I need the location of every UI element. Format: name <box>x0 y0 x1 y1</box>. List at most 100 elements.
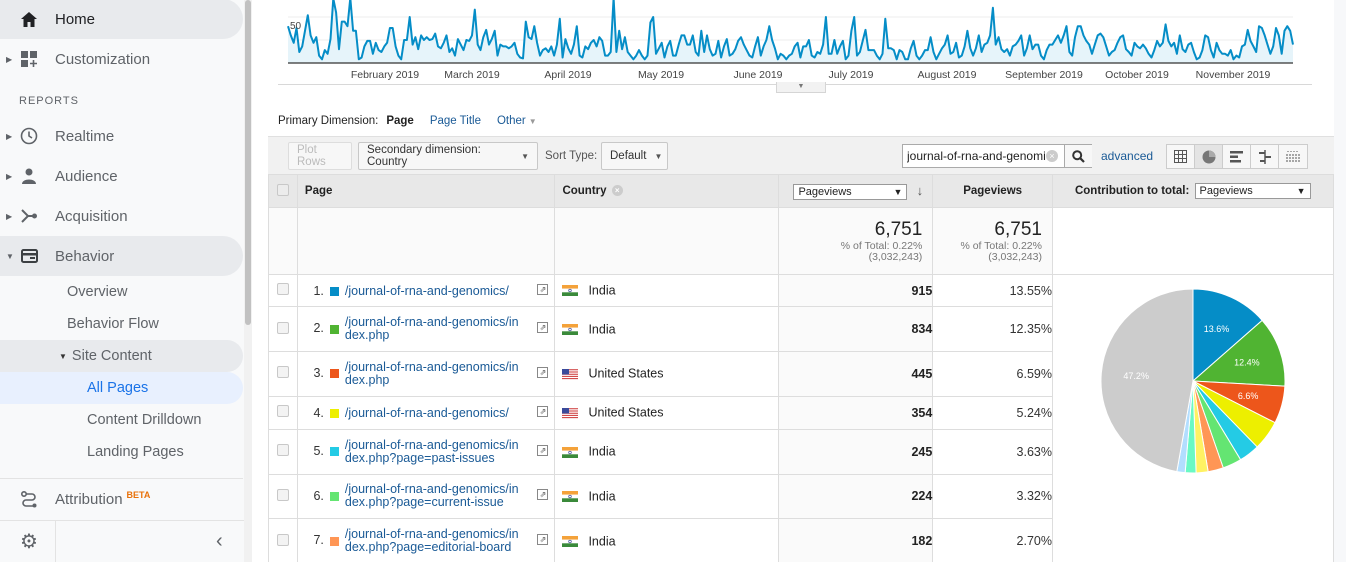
row-checkbox[interactable] <box>276 405 289 418</box>
row-checkbox[interactable] <box>276 488 289 501</box>
clear-search-icon[interactable]: × <box>1046 150 1058 162</box>
pageviews-percent: 12.35% <box>932 306 1053 352</box>
country-name[interactable]: India <box>588 490 615 504</box>
page-link[interactable]: /journal-of-rna-and-genomics/index.php <box>345 316 525 342</box>
chevron-down-icon: ▼ <box>654 151 663 161</box>
sidebar-item-landing-pages[interactable]: Landing Pages <box>0 436 243 468</box>
sidebar-item-realtime[interactable]: ▶ Realtime <box>0 116 243 156</box>
open-external-icon[interactable]: ⇗ <box>537 489 549 501</box>
advanced-filter-link[interactable]: advanced <box>1101 149 1153 163</box>
view-comparison-button[interactable] <box>1251 145 1279 168</box>
country-name[interactable]: India <box>588 445 615 459</box>
country-name[interactable]: India <box>588 284 615 298</box>
country-cell: India <box>554 473 780 520</box>
country-name[interactable]: United States <box>588 406 663 420</box>
row-color-swatch <box>329 324 339 334</box>
row-checkbox[interactable] <box>276 366 289 379</box>
open-external-icon[interactable]: ⇗ <box>537 366 549 378</box>
column-header-pageviews[interactable]: Pageviews <box>932 174 1053 208</box>
metric-select[interactable]: Pageviews ▼ <box>793 183 908 200</box>
dimension-other-dropdown[interactable]: Other ▼ <box>497 115 537 127</box>
reports-section-label: REPORTS <box>19 95 79 107</box>
sidebar-item-overview[interactable]: Overview <box>0 276 243 308</box>
sidebar-item-site-content[interactable]: ▼ Site Content <box>0 340 243 372</box>
sidebar-item-content-drilldown[interactable]: Content Drilldown <box>0 404 243 436</box>
beta-badge: BETA <box>126 490 151 500</box>
chart-collapse-handle[interactable]: ▼ <box>776 82 826 93</box>
table-row: 1. /journal-of-rna-and-genomics/ ⇗ India 915… <box>268 273 1335 562</box>
chevron-down-icon: ▼ <box>521 151 529 161</box>
page-link[interactable]: /journal-of-rna-and-genomics/index.php <box>345 360 525 387</box>
person-icon <box>20 167 38 185</box>
sidebar-footer: ⚙ ‹ <box>0 520 250 562</box>
row-checkbox[interactable] <box>276 533 289 546</box>
sidebar-item-label: Attribution <box>55 491 123 508</box>
row-select-cell <box>268 306 298 352</box>
country-cell: United States <box>554 395 780 430</box>
sidebar-item-label: Site Content <box>71 348 152 364</box>
caret-right-icon: ▶ <box>6 211 13 221</box>
x-tick-label: May 2019 <box>638 69 684 81</box>
sort-type-select[interactable]: Default ▼ <box>601 142 668 170</box>
x-tick-label: July 2019 <box>829 69 874 81</box>
open-external-icon[interactable]: ⇗ <box>537 534 549 546</box>
contribution-select[interactable]: Pageviews ▼ <box>1194 183 1311 199</box>
caret-down-icon: ▼ <box>6 251 14 261</box>
row-index: 5. <box>313 444 324 458</box>
total-value: 6,751 <box>994 219 1042 240</box>
secondary-dimension-select[interactable]: Secondary dimension: Country ▼ <box>358 142 538 170</box>
sidebar-item-all-pages[interactable]: All Pages <box>0 372 243 404</box>
sidebar-item-customization[interactable]: ▶ Customization <box>0 39 243 79</box>
sidebar-scrollbar-thumb[interactable] <box>245 0 251 325</box>
sidebar-item-attribution[interactable]: Attribution BETA <box>0 479 243 519</box>
search-button[interactable] <box>1064 145 1092 167</box>
country-name[interactable]: India <box>588 322 615 336</box>
gear-icon[interactable]: ⚙ <box>18 531 40 553</box>
row-checkbox[interactable] <box>276 444 289 457</box>
sidebar-item-label: All Pages <box>87 380 149 396</box>
country-name[interactable]: United States <box>588 367 663 381</box>
page-link[interactable]: /journal-of-rna-and-genomics/index.php?p… <box>345 438 525 465</box>
dimension-page-title-link[interactable]: Page Title <box>430 115 481 127</box>
collapse-sidebar-icon[interactable]: ‹ <box>216 529 232 553</box>
sidebar-item-behavior-flow[interactable]: Behavior Flow <box>0 308 243 340</box>
page-link[interactable]: /journal-of-rna-and-genomics/ <box>345 406 525 420</box>
row-index: 2. <box>313 321 324 336</box>
pageviews-percent: 3.32% <box>932 473 1053 520</box>
row-color-swatch <box>329 447 339 457</box>
plot-rows-button[interactable]: Plot Rows <box>288 142 352 170</box>
sort-descending-icon[interactable]: ↓ <box>917 183 924 198</box>
view-pivot-button[interactable] <box>1279 145 1307 168</box>
view-data-table-button[interactable] <box>1167 145 1195 168</box>
sidebar-item-home[interactable]: Home <box>0 0 243 39</box>
open-external-icon[interactable]: ⇗ <box>537 444 549 456</box>
open-external-icon[interactable]: ⇗ <box>537 283 549 295</box>
us-flag-icon <box>562 368 579 380</box>
page-link[interactable]: /journal-of-rna-and-genomics/index.php?p… <box>345 528 525 554</box>
column-header-country[interactable]: Country × <box>554 174 780 208</box>
row-index: 1. <box>313 283 324 298</box>
page-cell: 1. /journal-of-rna-and-genomics/ ⇗ <box>296 273 556 308</box>
sidebar-item-audience[interactable]: ▶ Audience <box>0 156 243 196</box>
country-name[interactable]: India <box>588 534 615 548</box>
open-external-icon[interactable]: ⇗ <box>537 405 549 417</box>
metric-select-value: Pageviews <box>798 185 852 198</box>
page-link[interactable]: /journal-of-rna-and-genomics/index.php?p… <box>345 483 525 509</box>
pageviews-value: 182 <box>778 518 934 562</box>
row-checkbox[interactable] <box>276 283 289 296</box>
totals-empty <box>296 207 556 275</box>
view-performance-button[interactable] <box>1223 145 1251 168</box>
row-checkbox[interactable] <box>276 321 289 334</box>
sidebar-item-label: Landing Pages <box>87 444 184 460</box>
sidebar-item-acquisition[interactable]: ▶ Acquisition <box>0 196 243 236</box>
x-tick-label: October 2019 <box>1105 69 1169 81</box>
column-header-page[interactable]: Page <box>296 174 556 208</box>
view-percentage-button[interactable] <box>1195 145 1223 168</box>
secondary-dimension-value: Secondary dimension: Country <box>367 144 481 168</box>
select-all-checkbox[interactable] <box>276 183 289 196</box>
table-search-input[interactable] <box>903 145 1065 167</box>
sidebar-item-behavior[interactable]: ▼ Behavior <box>0 236 243 276</box>
remove-dimension-icon[interactable]: × <box>611 185 623 197</box>
open-external-icon[interactable]: ⇗ <box>537 322 549 334</box>
page-link[interactable]: /journal-of-rna-and-genomics/ <box>345 284 525 298</box>
